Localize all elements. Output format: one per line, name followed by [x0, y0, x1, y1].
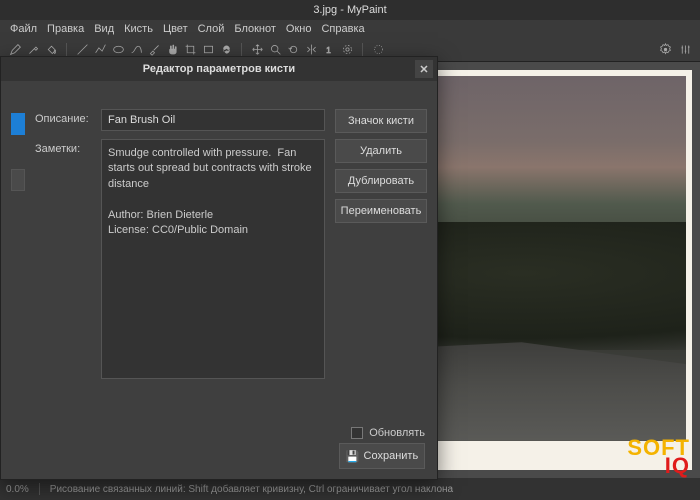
close-icon[interactable]: ✕	[415, 60, 433, 78]
rect-icon[interactable]	[201, 43, 215, 57]
bucket-icon[interactable]	[44, 43, 58, 57]
save-label: Сохранить	[364, 450, 419, 462]
brush-settings-dialog: Редактор параметров кисти ✕ Описание: За…	[0, 56, 438, 480]
notes-label: Заметки:	[35, 139, 93, 155]
zoom-icon[interactable]	[268, 43, 282, 57]
pencil-icon[interactable]	[8, 43, 22, 57]
menu-window[interactable]: Окно	[286, 23, 312, 35]
update-checkbox[interactable]	[351, 427, 363, 439]
save-button[interactable]: 💾 Сохранить	[339, 443, 425, 469]
menu-edit[interactable]: Правка	[47, 23, 84, 35]
menu-brush[interactable]: Кисть	[124, 23, 153, 35]
menu-color[interactable]: Цвет	[163, 23, 188, 35]
description-label: Описание:	[35, 109, 93, 125]
line-icon[interactable]	[75, 43, 89, 57]
menu-file[interactable]: Файл	[10, 23, 37, 35]
target-icon[interactable]	[371, 43, 385, 57]
brush-icon-button[interactable]: Значок кисти	[335, 109, 427, 133]
dialog-side-tabs	[11, 109, 25, 417]
svg-text:1: 1	[326, 46, 331, 55]
status-hint: Рисование связанных линий: Shift добавля…	[50, 484, 453, 495]
menu-help[interactable]: Справка	[321, 23, 364, 35]
ellipse-icon[interactable]	[111, 43, 125, 57]
brush2-icon[interactable]	[147, 43, 161, 57]
crop-icon[interactable]	[183, 43, 197, 57]
polyline-icon[interactable]	[93, 43, 107, 57]
eyedropper-icon[interactable]	[26, 43, 40, 57]
menu-view[interactable]: Вид	[94, 23, 114, 35]
reset-icon[interactable]: 1	[322, 43, 336, 57]
menu-bar: Файл Правка Вид Кисть Цвет Слой Блокнот …	[0, 20, 700, 38]
watermark: SOFT IQ	[627, 439, 690, 476]
tab-item[interactable]	[11, 169, 25, 191]
curve-icon[interactable]	[129, 43, 143, 57]
status-bar: 0.0% Рисование связанных линий: Shift до…	[0, 478, 700, 500]
zoom-level: 0.0%	[6, 484, 29, 495]
watermark-line2: IQ	[627, 457, 690, 476]
settings-icon[interactable]	[658, 43, 672, 57]
rotate-icon[interactable]	[286, 43, 300, 57]
update-label: Обновлять	[369, 427, 425, 439]
sliders-icon[interactable]	[678, 43, 692, 57]
fit-icon[interactable]	[340, 43, 354, 57]
flip-h-icon[interactable]	[304, 43, 318, 57]
move-icon[interactable]	[250, 43, 264, 57]
butterfly-icon[interactable]	[219, 43, 233, 57]
tab-selected[interactable]	[11, 113, 25, 135]
dialog-title: Редактор параметров кисти	[143, 63, 295, 75]
description-input[interactable]	[101, 109, 325, 131]
menu-layer[interactable]: Слой	[198, 23, 225, 35]
window-title: 3.jpg - MyPaint	[313, 4, 386, 16]
delete-button[interactable]: Удалить	[335, 139, 427, 163]
dialog-titlebar[interactable]: Редактор параметров кисти ✕	[1, 57, 437, 81]
window-titlebar: 3.jpg - MyPaint	[0, 0, 700, 20]
save-icon: 💾	[346, 450, 360, 463]
rename-button[interactable]: Переименовать	[335, 199, 427, 223]
hand-icon[interactable]	[165, 43, 179, 57]
notes-textarea[interactable]	[101, 139, 325, 379]
menu-notebook[interactable]: Блокнот	[234, 23, 276, 35]
duplicate-button[interactable]: Дублировать	[335, 169, 427, 193]
